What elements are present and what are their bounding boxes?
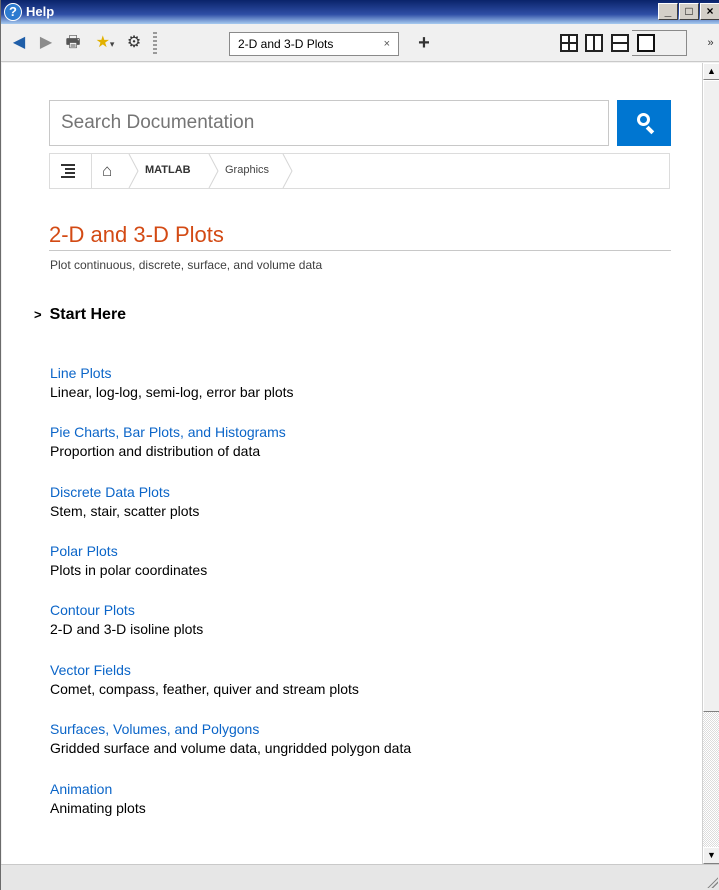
page-subtitle: Plot continuous, discrete, surface, and … (50, 258, 323, 272)
tab-close-icon[interactable]: × (384, 33, 390, 55)
start-here-label: Start Here (49, 306, 127, 323)
toolbar: ◀ ▶ 🖶 ★▾ ⚙ 2-D and 3-D Plots × + » (1, 24, 719, 62)
maximize-button[interactable]: □ (679, 3, 699, 20)
topic-link[interactable]: Contour Plots (50, 602, 203, 618)
window-title: Help (26, 4, 55, 19)
topic-link[interactable]: Discrete Data Plots (50, 484, 199, 500)
scroll-up-icon[interactable]: ▲ (703, 63, 719, 80)
back-arrow-icon[interactable]: ◀ (7, 33, 31, 53)
tab-label: 2-D and 3-D Plots (238, 37, 334, 51)
search-icon (637, 113, 650, 126)
favorites-star-icon[interactable]: ★▾ (91, 33, 119, 53)
start-here-toggle[interactable]: > Start Here (34, 306, 126, 324)
table-of-contents-button[interactable] (50, 154, 92, 188)
chevron-right-icon: > (34, 307, 42, 322)
vertical-scrollbar[interactable]: ▲ ▼ (702, 63, 719, 864)
layout-columns-icon[interactable] (585, 34, 603, 52)
topic-link[interactable]: Vector Fields (50, 662, 359, 678)
breadcrumb-item-matlab[interactable]: MATLAB (145, 164, 191, 176)
forward-arrow-icon[interactable]: ▶ (34, 33, 58, 53)
topic-description: Stem, stair, scatter plots (50, 503, 200, 519)
topic-description: 2-D and 3-D isoline plots (50, 621, 204, 637)
list-item: Polar Plots Plots in polar coordinates (50, 543, 207, 578)
scrollbar-track[interactable] (703, 712, 719, 847)
gear-icon[interactable]: ⚙ (124, 33, 144, 53)
breadcrumb-item-graphics[interactable]: Graphics (225, 164, 269, 176)
topic-link[interactable]: Surfaces, Volumes, and Polygons (50, 721, 411, 737)
list-item: Surfaces, Volumes, and Polygons Gridded … (50, 721, 411, 756)
list-item: Animation Animating plots (50, 781, 146, 816)
scroll-down-icon[interactable]: ▼ (703, 847, 719, 864)
search-button[interactable] (617, 100, 671, 146)
breadcrumb-separator (128, 154, 140, 188)
topic-description: Linear, log-log, semi-log, error bar plo… (50, 384, 294, 400)
breadcrumb: ⌂ MATLAB Graphics (49, 153, 670, 189)
topic-description: Animating plots (50, 800, 146, 816)
list-item: Contour Plots 2-D and 3-D isoline plots (50, 602, 203, 637)
topic-link[interactable]: Pie Charts, Bar Plots, and Histograms (50, 424, 286, 440)
toolbar-grip (153, 32, 157, 54)
layout-grid-icon[interactable] (560, 34, 578, 52)
topic-description: Comet, compass, feather, quiver and stre… (50, 681, 359, 697)
help-icon: ? (4, 3, 22, 21)
breadcrumb-separator (208, 154, 220, 188)
list-item: Discrete Data Plots Stem, stair, scatter… (50, 484, 199, 519)
topic-link[interactable]: Animation (50, 781, 146, 797)
list-item: Line Plots Linear, log-log, semi-log, er… (50, 365, 294, 400)
resize-grip-icon[interactable] (706, 876, 718, 888)
list-item: Vector Fields Comet, compass, feather, q… (50, 662, 359, 697)
help-window: ? Help _ □ × ◀ ▶ 🖶 ★▾ ⚙ 2-D and 3-D Plot… (0, 0, 719, 890)
layout-rows-icon[interactable] (611, 34, 629, 52)
minimize-button[interactable]: _ (658, 3, 678, 20)
layout-single-icon[interactable] (637, 34, 655, 52)
close-button[interactable]: × (700, 3, 719, 20)
search-input[interactable] (49, 100, 609, 146)
tab-2d-3d-plots[interactable]: 2-D and 3-D Plots × (229, 32, 399, 56)
print-icon[interactable]: 🖶 (62, 33, 84, 53)
toolbar-overflow-icon[interactable]: » (701, 33, 719, 53)
new-tab-button[interactable]: + (413, 33, 435, 53)
home-icon[interactable]: ⌂ (102, 161, 112, 181)
topic-link[interactable]: Line Plots (50, 365, 294, 381)
page-title: 2-D and 3-D Plots (49, 222, 671, 251)
scrollbar-thumb[interactable] (703, 80, 719, 712)
list-item: Pie Charts, Bar Plots, and Histograms Pr… (50, 424, 286, 459)
topic-description: Proportion and distribution of data (50, 443, 261, 459)
help-content: ⌂ MATLAB Graphics 2-D and 3-D Plots Plot… (2, 63, 702, 864)
breadcrumb-separator (282, 154, 294, 188)
window-controls: _ □ × (658, 3, 719, 20)
title-bar: ? Help _ □ × (1, 0, 719, 24)
status-bar (1, 864, 719, 890)
topic-link[interactable]: Polar Plots (50, 543, 207, 559)
topic-description: Gridded surface and volume data, ungridd… (50, 740, 412, 756)
topic-description: Plots in polar coordinates (50, 562, 208, 578)
